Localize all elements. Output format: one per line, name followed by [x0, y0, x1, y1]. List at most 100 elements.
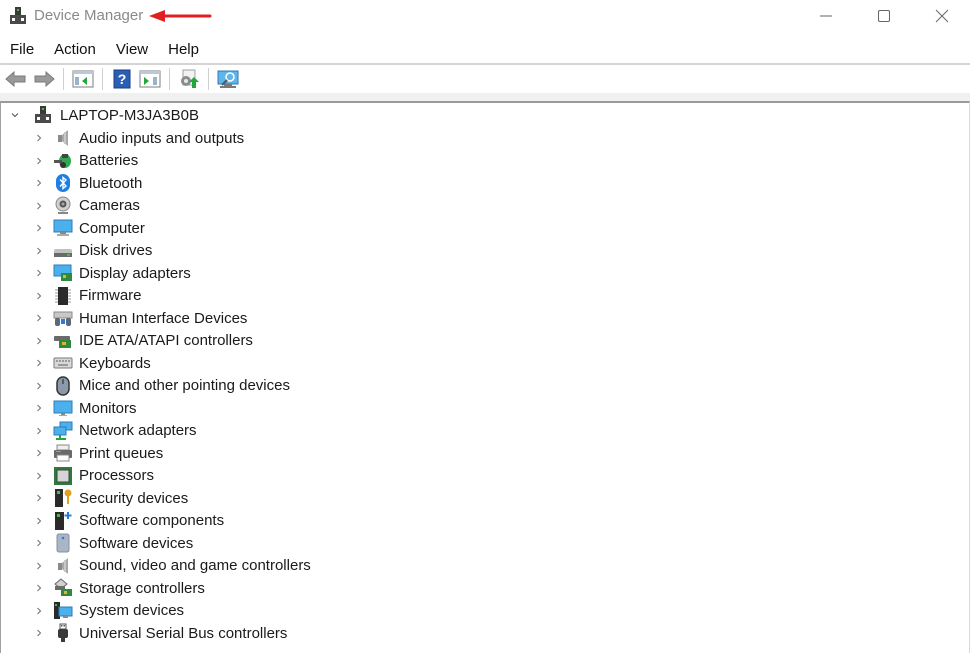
chevron-right-icon[interactable]	[33, 177, 45, 189]
computer-root-icon	[33, 105, 53, 125]
chevron-right-icon[interactable]	[33, 267, 45, 279]
tree-root-computer[interactable]: LAPTOP-M3JA3B0B	[9, 104, 199, 126]
bluetooth-icon	[53, 173, 73, 193]
chevron-down-icon[interactable]	[9, 109, 21, 121]
menu-help[interactable]: Help	[158, 38, 209, 62]
update-driver-button[interactable]	[176, 67, 202, 91]
chevron-right-icon[interactable]	[33, 560, 45, 572]
tree-item-label: Keyboards	[79, 354, 151, 372]
tree-item-security-devices[interactable]: Security devices	[33, 487, 188, 509]
tree-item-software-components[interactable]: Software components	[33, 510, 224, 532]
tree-item-disk-drives[interactable]: Disk drives	[33, 240, 152, 262]
update-driver-icon	[181, 69, 199, 88]
tree-item-batteries[interactable]: Batteries	[33, 150, 138, 172]
chevron-right-icon[interactable]	[33, 605, 45, 617]
forward-button[interactable]	[31, 67, 57, 91]
tree-item-keyboards[interactable]: Keyboards	[33, 352, 151, 374]
scan-hardware-icon	[217, 70, 239, 88]
tree-item-label: Network adapters	[79, 422, 197, 439]
maximize-button[interactable]	[855, 0, 913, 32]
tree-item-display-adapters[interactable]: Display adapters	[33, 262, 191, 284]
tree-item-software-devices[interactable]: Software devices	[33, 532, 193, 554]
minimize-button[interactable]	[797, 0, 855, 32]
close-button[interactable]	[913, 0, 970, 32]
sound-controller-icon	[53, 556, 73, 576]
chevron-right-icon[interactable]	[33, 380, 45, 392]
tree-item-firmware[interactable]: Firmware	[33, 285, 142, 307]
toolbar-separator	[102, 68, 103, 90]
tree-item-label: Universal Serial Bus controllers	[79, 624, 288, 642]
arrow-right-icon	[34, 71, 55, 87]
toolbar-separator	[169, 68, 170, 90]
tree-item-sound-video-and-game-controllers[interactable]: Sound, video and game controllers	[33, 555, 311, 577]
tree-item-label: Sound, video and game controllers	[79, 557, 311, 574]
tree-item-monitors[interactable]: Monitors	[33, 397, 137, 419]
chevron-right-icon[interactable]	[33, 132, 45, 144]
chevron-right-icon[interactable]	[33, 402, 45, 414]
tree-item-human-interface-devices[interactable]: Human Interface Devices	[33, 307, 247, 329]
chevron-right-icon[interactable]	[33, 335, 45, 347]
tree-item-print-queues[interactable]: Print queues	[33, 442, 163, 464]
menu-action[interactable]: Action	[44, 38, 106, 62]
tree-item-label: Firmware	[79, 287, 142, 304]
tree-item-network-adapters[interactable]: Network adapters	[33, 420, 197, 442]
processor-icon	[53, 466, 73, 486]
firmware-chip-icon	[53, 286, 73, 306]
scan-for-hardware-changes-button[interactable]	[215, 67, 241, 91]
tree-root-label: LAPTOP-M3JA3B0B	[60, 106, 199, 124]
tree-item-universal-serial-bus-controllers[interactable]: Universal Serial Bus controllers	[33, 622, 287, 644]
tree-item-label: Security devices	[79, 489, 189, 507]
tree-item-mice-and-other-pointing-devices[interactable]: Mice and other pointing devices	[33, 375, 290, 397]
tree-item-cameras[interactable]: Cameras	[33, 195, 140, 217]
chevron-right-icon[interactable]	[33, 425, 45, 437]
device-manager-icon	[9, 6, 27, 26]
chevron-right-icon[interactable]	[33, 155, 45, 167]
device-tree[interactable]: LAPTOP-M3JA3B0B Audio inputs and outputs…	[0, 101, 970, 653]
chevron-right-icon[interactable]	[33, 312, 45, 324]
software-component-icon	[53, 511, 73, 531]
toolbar-separator	[208, 68, 209, 90]
usb-icon	[53, 623, 73, 643]
camera-icon	[53, 196, 73, 216]
tree-item-label: System devices	[79, 602, 185, 619]
computer-icon	[53, 218, 73, 238]
tree-item-label: Monitors	[79, 399, 137, 417]
tree-item-system-devices[interactable]: System devices	[33, 600, 184, 622]
chevron-right-icon[interactable]	[33, 290, 45, 302]
tree-item-label: Processors	[79, 467, 155, 484]
tree-item-label: Computer	[79, 219, 145, 237]
chevron-right-icon[interactable]	[33, 492, 45, 504]
chevron-right-icon[interactable]	[33, 537, 45, 549]
software-device-icon	[53, 533, 73, 553]
back-button[interactable]	[3, 67, 29, 91]
chevron-right-icon[interactable]	[33, 515, 45, 527]
show-hide-console-tree-button[interactable]	[70, 67, 96, 91]
tree-item-label: Software devices	[79, 534, 194, 552]
tree-item-label: Batteries	[79, 152, 139, 169]
tree-item-label: Human Interface Devices	[79, 309, 248, 327]
chevron-right-icon[interactable]	[33, 200, 45, 212]
help-button[interactable]: ?	[109, 67, 135, 91]
menu-view[interactable]: View	[106, 38, 158, 62]
chevron-right-icon[interactable]	[33, 447, 45, 459]
chevron-right-icon[interactable]	[33, 582, 45, 594]
tree-item-ide-ata-atapi-controllers[interactable]: IDE ATA/ATAPI controllers	[33, 330, 253, 352]
tree-item-label: IDE ATA/ATAPI controllers	[79, 332, 253, 349]
tree-item-audio-inputs-and-outputs[interactable]: Audio inputs and outputs	[33, 127, 244, 149]
chevron-right-icon[interactable]	[33, 627, 45, 639]
menu-file[interactable]: File	[0, 38, 44, 62]
show-hide-action-pane-button[interactable]	[137, 67, 163, 91]
toolbar-bottom-band	[0, 93, 970, 101]
tree-item-label: Disk drives	[79, 242, 153, 259]
tree-item-processors[interactable]: Processors	[33, 465, 154, 487]
chevron-right-icon[interactable]	[33, 357, 45, 369]
chevron-right-icon[interactable]	[33, 470, 45, 482]
chevron-right-icon[interactable]	[33, 245, 45, 257]
chevron-right-icon[interactable]	[33, 222, 45, 234]
tree-item-bluetooth[interactable]: Bluetooth	[33, 172, 142, 194]
monitor-icon	[53, 398, 73, 418]
menu-bar: File Action View Help	[0, 38, 209, 62]
tree-item-storage-controllers[interactable]: Storage controllers	[33, 577, 205, 599]
tree-item-computer[interactable]: Computer	[33, 217, 145, 239]
system-devices-icon	[53, 601, 73, 621]
